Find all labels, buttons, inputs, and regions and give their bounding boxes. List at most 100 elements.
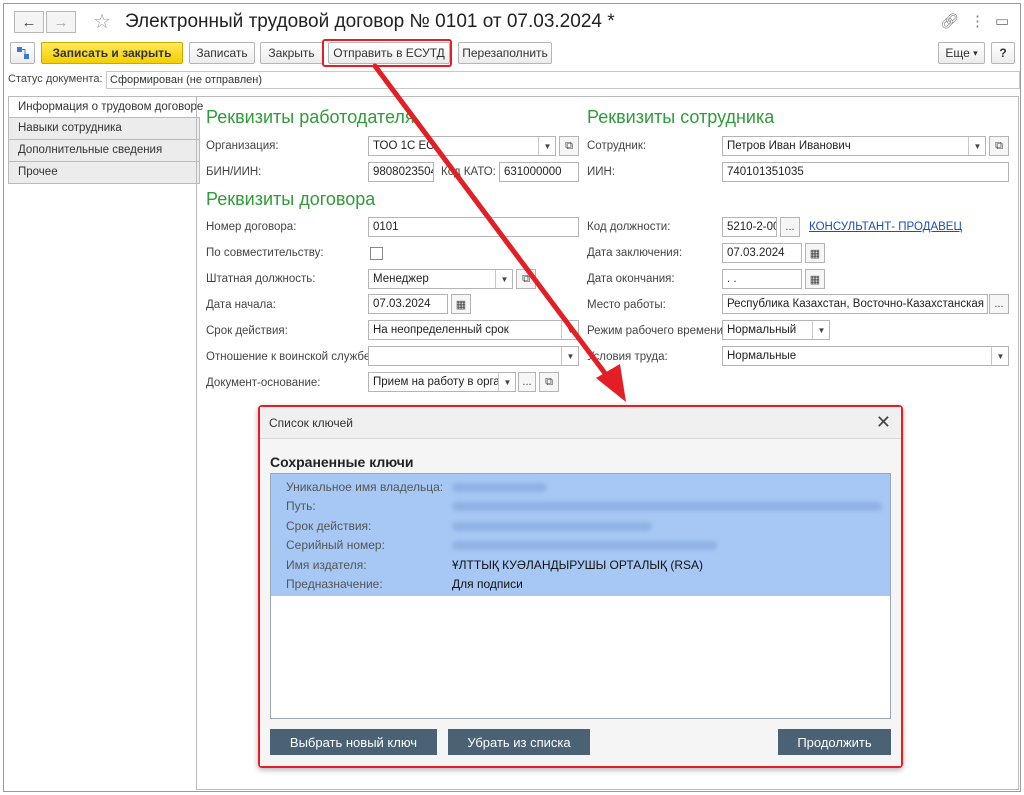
employee-heading: Реквизиты сотрудника (587, 107, 775, 127)
bin-label: БИН/ИИН: (206, 166, 262, 178)
chevron-down-icon[interactable]: ▼ (561, 321, 578, 339)
org-value: ТОО 1С ЕС (373, 140, 435, 152)
position-value: Менеджер (373, 273, 429, 285)
remove-from-list-button[interactable]: Убрать из списка (448, 729, 590, 755)
cond-field[interactable]: Нормальные ▼ (722, 346, 1009, 366)
cond-value: Нормальные (727, 350, 797, 362)
employee-value: Петров Иван Иванович (727, 140, 851, 152)
key-field-label: Предназначение: (286, 577, 383, 591)
chevron-down-icon[interactable]: ▼ (495, 270, 512, 288)
chevron-down-icon[interactable]: ▼ (991, 347, 1008, 365)
military-label: Отношение к воинской службе: (206, 351, 374, 363)
refill-button[interactable]: Перезаполнить (458, 42, 552, 64)
employee-field[interactable]: Петров Иван Иванович ▼ (722, 136, 986, 156)
calendar-icon[interactable]: ▦ (805, 243, 825, 263)
more-vertical-icon[interactable]: ⋮ (970, 12, 985, 30)
end-label: Дата окончания: (587, 273, 675, 285)
kato-field[interactable]: 631000000 (499, 162, 579, 182)
save-button[interactable]: Записать (189, 42, 255, 64)
poscode-link[interactable]: КОНСУЛЬТАНТ- ПРОДАВЕЦ (809, 221, 962, 233)
kato-label: Код КАТО: (441, 166, 496, 178)
select-icon[interactable]: ... (518, 372, 536, 392)
chevron-down-icon[interactable]: ▼ (498, 373, 515, 391)
tab-additional[interactable]: Дополнительные сведения (8, 140, 200, 162)
purpose-value: Для подписи (452, 577, 523, 591)
chevron-down-icon[interactable]: ▼ (812, 321, 829, 339)
iin-field[interactable]: 740101351035 (722, 162, 1009, 182)
number-field[interactable]: 0101 (368, 217, 579, 237)
chevron-down-icon[interactable]: ▼ (561, 347, 578, 365)
link-icon[interactable]: 🔗︎ (940, 12, 959, 30)
open-icon[interactable]: ⧉ (539, 372, 559, 392)
place-field[interactable]: Республика Казахстан, Восточно-Казахстан… (722, 294, 988, 314)
poscode-label: Код должности: (587, 221, 671, 233)
basis-field[interactable]: Прием на работу в организацию▼ (368, 372, 516, 392)
keys-list[interactable]: Уникальное имя владельца: Путь: Срок дей… (270, 473, 891, 719)
select-new-key-button[interactable]: Выбрать новый ключ (270, 729, 437, 755)
tab-skills[interactable]: Навыки сотрудника (8, 118, 200, 140)
save-and-close-button[interactable]: Записать и закрыть (41, 42, 183, 64)
send-button-highlight (322, 39, 452, 67)
issuer-value: ҰЛТТЫҚ КУӘЛАНДЫРУШЫ ОРТАЛЫҚ (RSA) (452, 558, 704, 572)
open-icon[interactable]: ⧉ (989, 136, 1009, 156)
more-button[interactable]: Еще ▾ (938, 42, 985, 64)
key-field-label: Имя издателя: (286, 558, 367, 572)
key-field-label: Серийный номер: (286, 538, 385, 552)
select-icon[interactable]: ... (780, 217, 800, 237)
continue-button[interactable]: Продолжить (778, 729, 891, 755)
back-arrow-icon[interactable]: ← (14, 11, 44, 33)
side-tabs: Информация о трудовом договоре Навыки со… (8, 96, 203, 184)
mode-field[interactable]: Нормальный ▼ (722, 320, 830, 340)
forward-arrow-icon[interactable]: → (46, 11, 76, 33)
employee-label: Сотрудник: (587, 140, 647, 152)
position-field[interactable]: Менеджер ▼ (368, 269, 513, 289)
parttime-checkbox[interactable] (370, 247, 383, 260)
select-icon[interactable]: ... (989, 294, 1009, 314)
end-field[interactable]: . . (722, 269, 802, 289)
concl-field[interactable]: 07.03.2024 (722, 243, 802, 263)
term-field[interactable]: На неопределенный срок ▼ (368, 320, 579, 340)
calendar-icon[interactable]: ▦ (805, 269, 825, 289)
concl-label: Дата заключения: (587, 247, 683, 259)
chevron-down-icon[interactable]: ▼ (968, 137, 985, 155)
open-icon[interactable]: ⧉ (559, 136, 579, 156)
iin-label: ИИН: (587, 166, 616, 178)
keys-dialog: Список ключей ✕ Сохраненные ключи Уникал… (258, 405, 903, 768)
status-value: Сформирован (не отправлен) (106, 71, 1020, 89)
status-label: Статус документа: (8, 73, 103, 85)
page-title: Электронный трудовой договор № 0101 от 0… (125, 11, 615, 32)
cond-label: Условия труда: (587, 351, 668, 363)
dialog-title: Список ключей (269, 416, 354, 430)
close-icon[interactable]: ✕ (876, 412, 891, 433)
position-label: Штатная должность: (206, 273, 316, 285)
employer-heading: Реквизиты работодателя (206, 107, 415, 127)
redacted-value (452, 522, 652, 531)
tab-other[interactable]: Прочее (8, 162, 200, 184)
tab-contract-info[interactable]: Информация о трудовом договоре (8, 96, 203, 118)
number-label: Номер договора: (206, 221, 297, 233)
structure-icon[interactable] (10, 42, 35, 64)
favorite-star-icon[interactable]: ☆ (93, 9, 111, 34)
close-button[interactable]: Закрыть (260, 42, 323, 64)
maximize-icon[interactable]: ▭ (995, 12, 1009, 30)
military-field[interactable]: ▼ (368, 346, 579, 366)
redacted-value (452, 502, 882, 511)
basis-label: Документ-основание: (206, 377, 321, 389)
org-field[interactable]: ТОО 1С ЕС ▼ (368, 136, 556, 156)
open-icon[interactable]: ⧉ (516, 269, 536, 289)
list-item[interactable]: Уникальное имя владельца: Путь: Срок дей… (271, 474, 890, 596)
mode-label: Режим рабочего времени: (587, 325, 727, 337)
help-button[interactable]: ? (991, 42, 1015, 64)
bin-field[interactable]: 980802350481 (368, 162, 434, 182)
chevron-down-icon[interactable]: ▼ (538, 137, 555, 155)
term-value: На неопределенный срок (373, 324, 509, 336)
start-field[interactable]: 07.03.2024 (368, 294, 448, 314)
chevron-down-icon: ▾ (973, 47, 978, 58)
calendar-icon[interactable]: ▦ (451, 294, 471, 314)
term-label: Срок действия: (206, 325, 288, 337)
start-label: Дата начала: (206, 299, 276, 311)
dialog-header: Список ключей ✕ (260, 407, 901, 439)
poscode-field[interactable]: 5210-2-007 (722, 217, 777, 237)
parttime-label: По совместительству: (206, 247, 324, 259)
dialog-body: Сохраненные ключи Уникальное имя владель… (260, 439, 901, 766)
